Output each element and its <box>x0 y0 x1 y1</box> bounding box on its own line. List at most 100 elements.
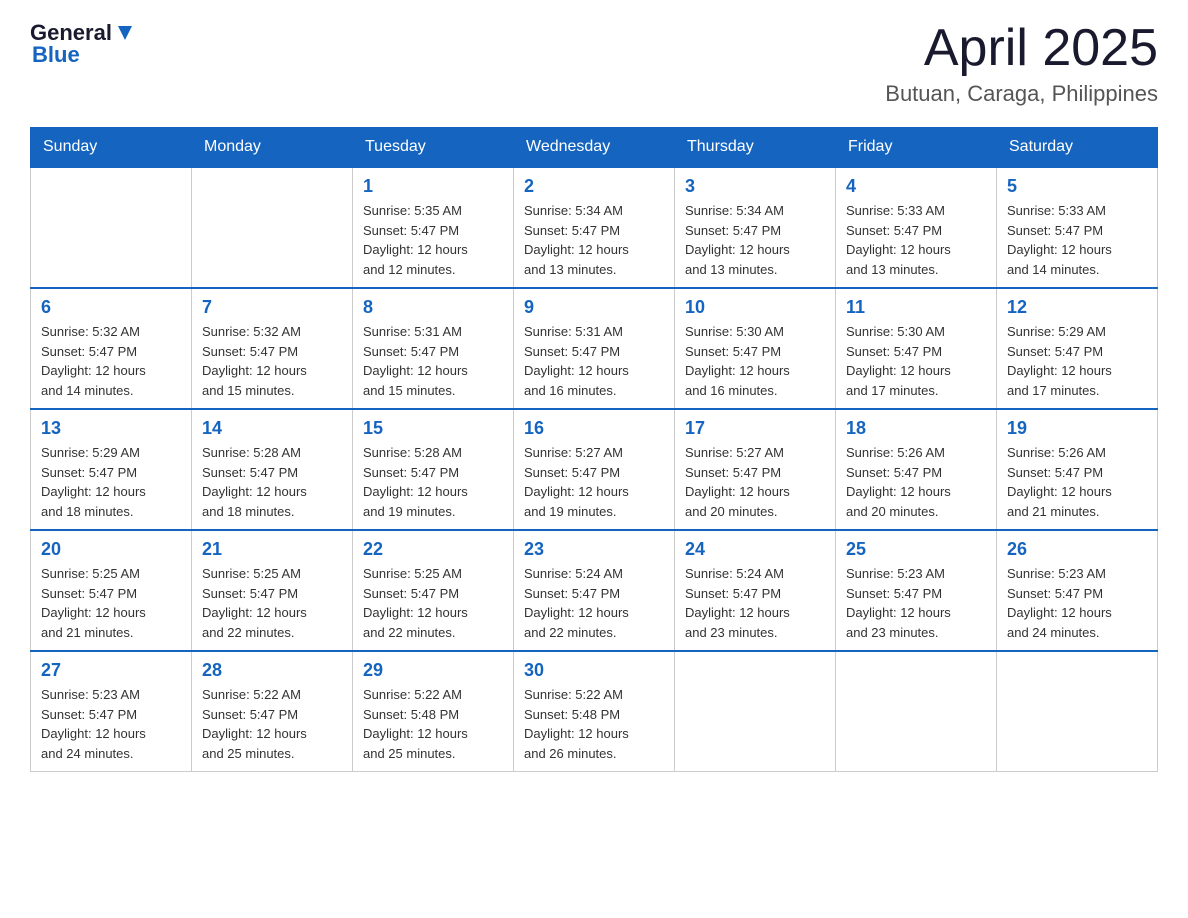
week-row-5: 27 Sunrise: 5:23 AMSunset: 5:47 PMDayligh… <box>31 651 1158 772</box>
title-area: April 2025 Butuan, Caraga, Philippines <box>885 20 1158 107</box>
day-number: 29 <box>363 660 503 681</box>
day-info: Sunrise: 5:29 AMSunset: 5:47 PMDaylight:… <box>41 443 181 521</box>
day-number: 27 <box>41 660 181 681</box>
day-number: 21 <box>202 539 342 560</box>
calendar-cell: 6 Sunrise: 5:32 AMSunset: 5:47 PMDaylight… <box>31 288 192 409</box>
calendar-cell: 21 Sunrise: 5:25 AMSunset: 5:47 PMDayligh… <box>192 530 353 651</box>
day-info: Sunrise: 5:32 AMSunset: 5:47 PMDaylight:… <box>41 322 181 400</box>
day-info: Sunrise: 5:22 AMSunset: 5:48 PMDaylight:… <box>363 685 503 763</box>
calendar-cell: 1Sunrise: 5:35 AMSunset: 5:47 PMDaylight… <box>353 167 514 288</box>
day-info: Sunrise: 5:27 AMSunset: 5:47 PMDaylight:… <box>524 443 664 521</box>
day-info: Sunrise: 5:32 AMSunset: 5:47 PMDaylight:… <box>202 322 342 400</box>
calendar-cell: 29 Sunrise: 5:22 AMSunset: 5:48 PMDayligh… <box>353 651 514 772</box>
header-friday: Friday <box>836 128 997 168</box>
day-number: 23 <box>524 539 664 560</box>
calendar-cell: 23 Sunrise: 5:24 AMSunset: 5:47 PMDayligh… <box>514 530 675 651</box>
calendar-cell: 26Sunrise: 5:23 AMSunset: 5:47 PMDayligh… <box>997 530 1158 651</box>
logo-triangle-icon <box>114 22 136 44</box>
calendar-cell: 27 Sunrise: 5:23 AMSunset: 5:47 PMDayligh… <box>31 651 192 772</box>
header-monday: Monday <box>192 128 353 168</box>
day-info: Sunrise: 5:22 AMSunset: 5:47 PMDaylight:… <box>202 685 342 763</box>
calendar-cell <box>997 651 1158 772</box>
calendar-cell: 22Sunrise: 5:25 AMSunset: 5:47 PMDayligh… <box>353 530 514 651</box>
day-info: Sunrise: 5:26 AMSunset: 5:47 PMDaylight:… <box>846 443 986 521</box>
day-info: Sunrise: 5:30 AMSunset: 5:47 PMDaylight:… <box>846 322 986 400</box>
day-number: 18 <box>846 418 986 439</box>
week-row-1: 1Sunrise: 5:35 AMSunset: 5:47 PMDaylight… <box>31 167 1158 288</box>
day-info: Sunrise: 5:24 AMSunset: 5:47 PMDaylight:… <box>524 564 664 642</box>
calendar-cell: 14 Sunrise: 5:28 AMSunset: 5:47 PMDayligh… <box>192 409 353 530</box>
calendar-header-row: SundayMondayTuesdayWednesdayThursdayFrid… <box>31 128 1158 168</box>
day-info: Sunrise: 5:23 AMSunset: 5:47 PMDaylight:… <box>1007 564 1147 642</box>
calendar-cell: 11 Sunrise: 5:30 AMSunset: 5:47 PMDayligh… <box>836 288 997 409</box>
header-saturday: Saturday <box>997 128 1158 168</box>
day-info: Sunrise: 5:26 AMSunset: 5:47 PMDaylight:… <box>1007 443 1147 521</box>
day-number: 7 <box>202 297 342 318</box>
day-number: 20 <box>41 539 181 560</box>
week-row-3: 13 Sunrise: 5:29 AMSunset: 5:47 PMDayligh… <box>31 409 1158 530</box>
day-number: 28 <box>202 660 342 681</box>
day-info: Sunrise: 5:25 AMSunset: 5:47 PMDaylight:… <box>202 564 342 642</box>
calendar-cell <box>31 167 192 288</box>
calendar-cell: 4Sunrise: 5:33 AMSunset: 5:47 PMDaylight… <box>836 167 997 288</box>
logo-blue: Blue <box>32 42 80 68</box>
day-number: 6 <box>41 297 181 318</box>
day-info: Sunrise: 5:24 AMSunset: 5:47 PMDaylight:… <box>685 564 825 642</box>
day-number: 9 <box>524 297 664 318</box>
calendar-cell: 16 Sunrise: 5:27 AMSunset: 5:47 PMDayligh… <box>514 409 675 530</box>
calendar-cell: 15 Sunrise: 5:28 AMSunset: 5:47 PMDayligh… <box>353 409 514 530</box>
day-number: 13 <box>41 418 181 439</box>
calendar-table: SundayMondayTuesdayWednesdayThursdayFrid… <box>30 127 1158 772</box>
day-number: 24 <box>685 539 825 560</box>
day-info: Sunrise: 5:25 AMSunset: 5:47 PMDaylight:… <box>363 564 503 642</box>
calendar-cell: 13 Sunrise: 5:29 AMSunset: 5:47 PMDayligh… <box>31 409 192 530</box>
week-row-2: 6 Sunrise: 5:32 AMSunset: 5:47 PMDaylight… <box>31 288 1158 409</box>
day-number: 8 <box>363 297 503 318</box>
location-title: Butuan, Caraga, Philippines <box>885 81 1158 107</box>
calendar-cell: 17 Sunrise: 5:27 AMSunset: 5:47 PMDayligh… <box>675 409 836 530</box>
day-info: Sunrise: 5:34 AMSunset: 5:47 PMDaylight:… <box>685 201 825 279</box>
calendar-cell: 10 Sunrise: 5:30 AMSunset: 5:47 PMDayligh… <box>675 288 836 409</box>
day-info: Sunrise: 5:28 AMSunset: 5:47 PMDaylight:… <box>202 443 342 521</box>
calendar-cell: 30 Sunrise: 5:22 AMSunset: 5:48 PMDayligh… <box>514 651 675 772</box>
calendar-cell: 24 Sunrise: 5:24 AMSunset: 5:47 PMDayligh… <box>675 530 836 651</box>
day-number: 30 <box>524 660 664 681</box>
day-number: 16 <box>524 418 664 439</box>
day-number: 12 <box>1007 297 1147 318</box>
calendar-cell: 2 Sunrise: 5:34 AMSunset: 5:47 PMDaylight… <box>514 167 675 288</box>
header-sunday: Sunday <box>31 128 192 168</box>
day-info: Sunrise: 5:30 AMSunset: 5:47 PMDaylight:… <box>685 322 825 400</box>
day-number: 11 <box>846 297 986 318</box>
day-number: 17 <box>685 418 825 439</box>
day-info: Sunrise: 5:28 AMSunset: 5:47 PMDaylight:… <box>363 443 503 521</box>
day-info: Sunrise: 5:29 AMSunset: 5:47 PMDaylight:… <box>1007 322 1147 400</box>
day-number: 14 <box>202 418 342 439</box>
day-number: 5 <box>1007 176 1147 197</box>
day-number: 15 <box>363 418 503 439</box>
calendar-cell <box>836 651 997 772</box>
day-info: Sunrise: 5:22 AMSunset: 5:48 PMDaylight:… <box>524 685 664 763</box>
day-info: Sunrise: 5:27 AMSunset: 5:47 PMDaylight:… <box>685 443 825 521</box>
calendar-cell: 7 Sunrise: 5:32 AMSunset: 5:47 PMDaylight… <box>192 288 353 409</box>
day-info: Sunrise: 5:23 AMSunset: 5:47 PMDaylight:… <box>41 685 181 763</box>
day-info: Sunrise: 5:33 AMSunset: 5:47 PMDaylight:… <box>846 201 986 279</box>
logo: General Blue <box>30 20 136 68</box>
calendar-cell: 3Sunrise: 5:34 AMSunset: 5:47 PMDaylight… <box>675 167 836 288</box>
week-row-4: 20 Sunrise: 5:25 AMSunset: 5:47 PMDayligh… <box>31 530 1158 651</box>
day-number: 10 <box>685 297 825 318</box>
day-info: Sunrise: 5:34 AMSunset: 5:47 PMDaylight:… <box>524 201 664 279</box>
day-info: Sunrise: 5:25 AMSunset: 5:47 PMDaylight:… <box>41 564 181 642</box>
calendar-cell: 25 Sunrise: 5:23 AMSunset: 5:47 PMDayligh… <box>836 530 997 651</box>
header-thursday: Thursday <box>675 128 836 168</box>
calendar-cell: 5 Sunrise: 5:33 AMSunset: 5:47 PMDaylight… <box>997 167 1158 288</box>
day-info: Sunrise: 5:35 AMSunset: 5:47 PMDaylight:… <box>363 201 503 279</box>
day-info: Sunrise: 5:31 AMSunset: 5:47 PMDaylight:… <box>363 322 503 400</box>
header-tuesday: Tuesday <box>353 128 514 168</box>
day-number: 25 <box>846 539 986 560</box>
calendar-cell: 19Sunrise: 5:26 AMSunset: 5:47 PMDayligh… <box>997 409 1158 530</box>
day-info: Sunrise: 5:33 AMSunset: 5:47 PMDaylight:… <box>1007 201 1147 279</box>
day-number: 2 <box>524 176 664 197</box>
page-header: General Blue April 2025 Butuan, Caraga, … <box>30 20 1158 107</box>
day-info: Sunrise: 5:23 AMSunset: 5:47 PMDaylight:… <box>846 564 986 642</box>
header-wednesday: Wednesday <box>514 128 675 168</box>
